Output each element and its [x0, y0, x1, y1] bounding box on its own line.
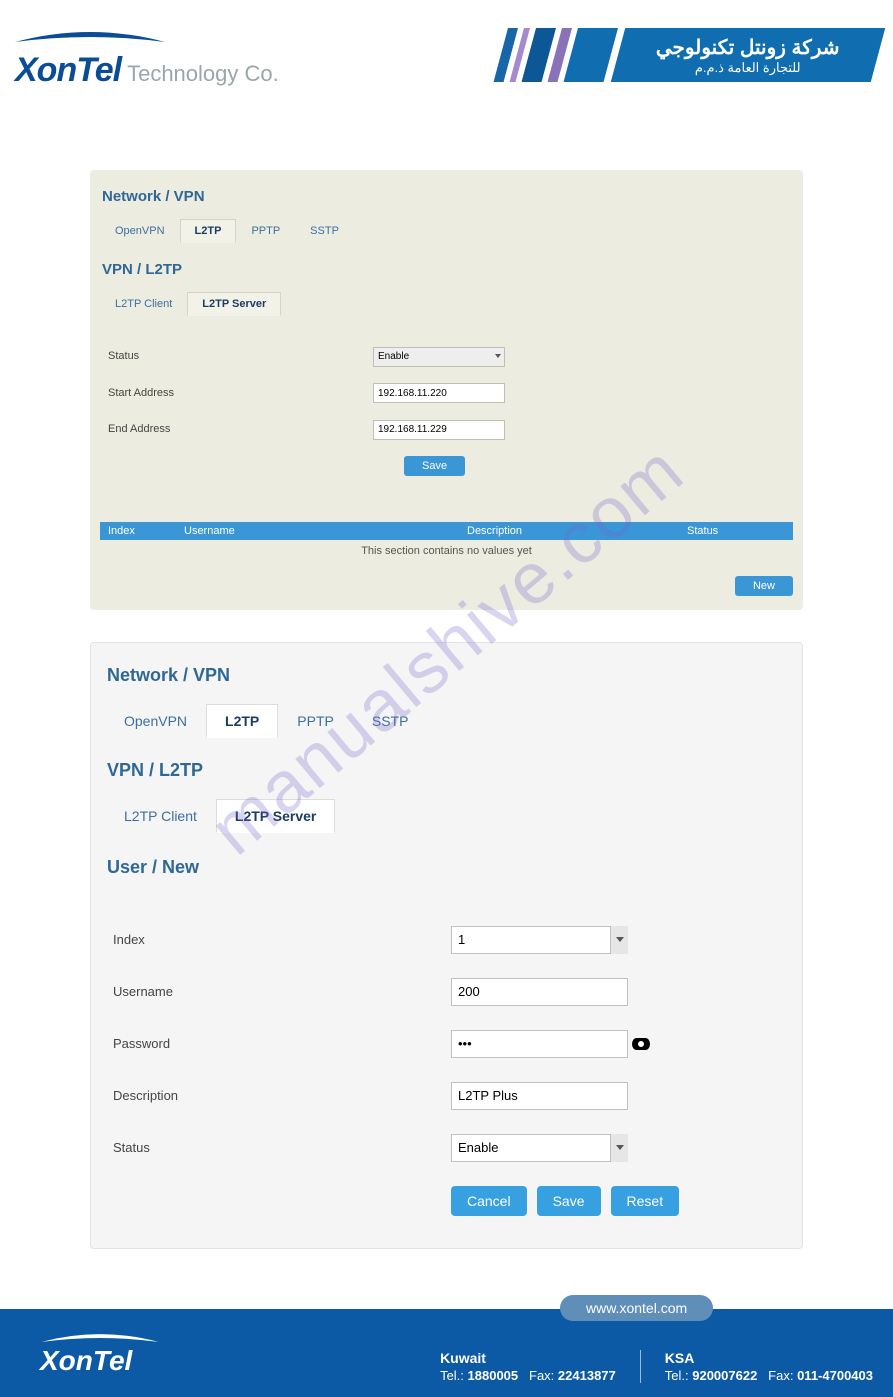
- arabic-line2: للتجارة العامة ذ.م.م: [656, 60, 840, 76]
- ksa-tel: 920007622: [692, 1368, 757, 1383]
- tab-pptp[interactable]: PPTP: [236, 219, 295, 243]
- tab2-sstp[interactable]: SSTP: [353, 704, 428, 738]
- password-label: Password: [113, 1036, 451, 1051]
- start-address-label: Start Address: [108, 387, 373, 399]
- arabic-line1: شركة زونتل تكنولوجي: [656, 35, 840, 60]
- panel1-subtitle: VPN / L2TP: [102, 261, 793, 278]
- swoosh-icon: [40, 1331, 160, 1345]
- users-table: Index Username Description Status This s…: [100, 522, 793, 596]
- tab2-l2tp[interactable]: L2TP: [206, 704, 278, 738]
- status-label: Status: [108, 350, 373, 362]
- kuwait-fax: 22413877: [558, 1368, 616, 1383]
- th-description: Description: [467, 525, 687, 537]
- subtab-l2tp-server[interactable]: L2TP Server: [187, 292, 281, 316]
- end-address-input[interactable]: [373, 420, 505, 440]
- tab-openvpn[interactable]: OpenVPN: [100, 219, 180, 243]
- kuwait-tel-label: Tel.:: [440, 1368, 464, 1383]
- index-label: Index: [113, 932, 451, 947]
- username-label: Username: [113, 984, 451, 999]
- th-username: Username: [184, 525, 467, 537]
- kuwait-tel: 1880005: [468, 1368, 519, 1383]
- tab-l2tp[interactable]: L2TP: [180, 219, 237, 243]
- panel2-subtabs: L2TP Client L2TP Server: [105, 799, 788, 833]
- footer: www.xontel.com XonTel Kuwait Tel.: 18800…: [0, 1309, 893, 1397]
- eye-icon[interactable]: [632, 1038, 650, 1050]
- tab2-pptp[interactable]: PPTP: [278, 704, 353, 738]
- reset-button[interactable]: Reset: [611, 1186, 680, 1216]
- status2-select[interactable]: Enable: [451, 1134, 628, 1162]
- description-input[interactable]: [451, 1082, 628, 1110]
- subtab2-l2tp-client[interactable]: L2TP Client: [105, 799, 216, 833]
- panel-user-new: Network / VPN OpenVPN L2TP PPTP SSTP VPN…: [90, 642, 803, 1249]
- chevron-down-icon: [610, 1134, 628, 1162]
- save2-button[interactable]: Save: [537, 1186, 601, 1216]
- footer-ksa: KSA Tel.: 920007622 Fax: 011-4700403: [665, 1350, 873, 1383]
- status-select[interactable]: Enable: [373, 347, 505, 367]
- end-address-label: End Address: [108, 423, 373, 435]
- tab2-openvpn[interactable]: OpenVPN: [105, 704, 206, 738]
- ksa-fax-label: Fax:: [768, 1368, 793, 1383]
- ksa-fax: 011-4700403: [797, 1368, 873, 1383]
- panel-l2tp-server: Network / VPN OpenVPN L2TP PPTP SSTP VPN…: [90, 170, 803, 610]
- cancel-button[interactable]: Cancel: [451, 1186, 527, 1216]
- panel2-tabs: OpenVPN L2TP PPTP SSTP: [105, 704, 788, 738]
- description-label: Description: [113, 1088, 451, 1103]
- swoosh-icon: [15, 28, 165, 46]
- document-header: XonTel Technology Co. شركة زونتل تكنولوج…: [0, 0, 893, 100]
- th-index: Index: [108, 525, 184, 537]
- start-address-input[interactable]: [373, 383, 505, 403]
- kuwait-name: Kuwait: [440, 1350, 616, 1366]
- footer-brand: XonTel: [40, 1331, 440, 1383]
- panel1-tabs: OpenVPN L2TP PPTP SSTP: [100, 219, 793, 243]
- footer-kuwait: Kuwait Tel.: 1880005 Fax: 22413877: [440, 1350, 616, 1383]
- new-button[interactable]: New: [735, 576, 793, 596]
- username-input[interactable]: [451, 978, 628, 1006]
- panel1-subtabs: L2TP Client L2TP Server: [100, 292, 793, 316]
- kuwait-fax-label: Fax:: [529, 1368, 554, 1383]
- ksa-tel-label: Tel.:: [665, 1368, 689, 1383]
- subtab2-l2tp-server[interactable]: L2TP Server: [216, 799, 335, 833]
- ksa-name: KSA: [665, 1350, 873, 1366]
- save-button[interactable]: Save: [404, 456, 465, 476]
- brand-name: XonTel: [15, 51, 121, 90]
- header-right: شركة زونتل تكنولوجي للتجارة العامة ذ.م.م: [478, 28, 878, 83]
- panel2-title: Network / VPN: [107, 665, 788, 686]
- th-status: Status: [687, 525, 785, 537]
- password-input[interactable]: [451, 1030, 628, 1058]
- panel2-subtitle: VPN / L2TP: [107, 760, 788, 781]
- index-select[interactable]: 1: [451, 926, 628, 954]
- footer-url: www.xontel.com: [560, 1295, 713, 1321]
- panel1-title: Network / VPN: [102, 188, 793, 205]
- chevron-down-icon: [610, 926, 628, 954]
- brand-logo-left: XonTel Technology Co.: [15, 28, 279, 90]
- status2-label: Status: [113, 1140, 451, 1155]
- panel2-section3: User / New: [107, 857, 788, 878]
- brand-suffix: Technology Co.: [127, 61, 279, 87]
- table-empty-message: This section contains no values yet: [100, 540, 793, 562]
- footer-separator: [640, 1350, 641, 1383]
- tab-sstp[interactable]: SSTP: [295, 219, 354, 243]
- subtab-l2tp-client[interactable]: L2TP Client: [100, 292, 187, 316]
- arabic-brand: شركة زونتل تكنولوجي للتجارة العامة ذ.م.م: [611, 28, 885, 82]
